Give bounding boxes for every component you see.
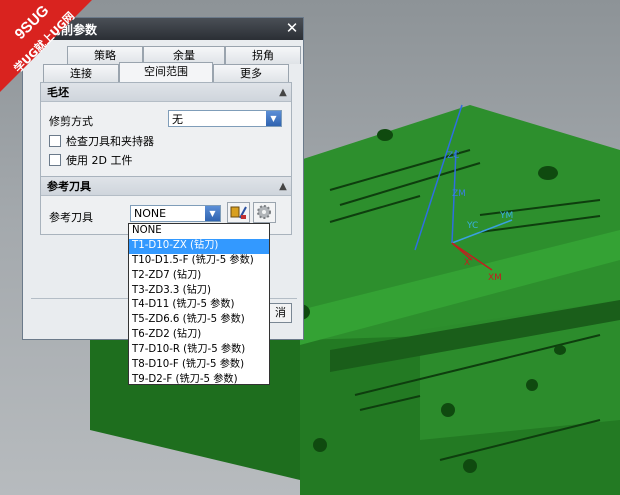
cancel-button-label: 消 <box>275 306 286 319</box>
axis-label-xm: XM <box>488 273 502 283</box>
blank-group-header[interactable]: 毛坯 ▲ <box>41 83 291 102</box>
dropdown-option[interactable]: T4-D11 (铣刀-5 参数) <box>129 298 269 313</box>
tab-connections[interactable]: 连接 <box>43 64 119 82</box>
dialog-title: 切削参数 <box>49 22 98 37</box>
axis-label-ym: YM <box>499 211 513 221</box>
use-2d-workpiece-option[interactable]: 使用 2D 工件 <box>49 152 132 168</box>
reference-tool-select[interactable]: NONE ▼ <box>130 205 221 222</box>
use-2d-workpiece-checkbox[interactable] <box>49 154 61 166</box>
dropdown-option[interactable]: T8-D10-F (铣刀-5 参数) <box>129 358 269 373</box>
dropdown-option[interactable]: T2-ZD7 (钻刀) <box>129 269 269 284</box>
edit-tool-button[interactable] <box>253 202 276 223</box>
blank-group-title: 毛坯 <box>47 86 69 99</box>
axis-label-zc: ZC <box>447 151 459 161</box>
check-tool-holder-option[interactable]: 检查刀具和夹持器 <box>49 133 154 149</box>
dropdown-option[interactable]: T5-ZD6.6 (铣刀-5 参数) <box>129 313 269 328</box>
trim-select[interactable]: 无 ▼ <box>168 110 282 127</box>
use-2d-workpiece-label: 使用 2D 工件 <box>66 154 133 167</box>
trim-label: 修剪方式 <box>49 115 93 128</box>
dropdown-option[interactable]: NONE <box>129 224 269 239</box>
dropdown-option[interactable]: T10-D1.5-F (铣刀-5 参数) <box>129 254 269 269</box>
chevron-down-icon: ▼ <box>205 206 220 221</box>
reference-tool-label: 参考刀具 <box>49 211 93 224</box>
axis-label-zm: ZM <box>452 189 466 199</box>
axis-label-yc: YC <box>466 221 478 231</box>
gear-icon <box>257 205 271 219</box>
tab-containment[interactable]: 空间范围 <box>119 62 213 82</box>
dropdown-option[interactable]: T9-D2-F (铣刀-5 参数) <box>129 373 269 388</box>
tab-corners[interactable]: 拐角 <box>225 46 301 64</box>
dropdown-option[interactable]: T6-ZD2 (钻刀) <box>129 328 269 343</box>
chevron-down-icon: ▼ <box>266 111 281 126</box>
dropdown-option[interactable]: T7-D10-R (铣刀-5 参数) <box>129 343 269 358</box>
dialog-app-icon <box>29 22 43 36</box>
select-tool-button[interactable] <box>227 202 250 223</box>
tab-more[interactable]: 更多 <box>213 64 289 82</box>
close-button[interactable]: ✕ <box>283 20 301 38</box>
reference-tool-value: NONE <box>134 207 167 220</box>
reference-tool-dropdown-list[interactable]: NONE T1-D10-ZX (钻刀) T10-D1.5-F (铣刀-5 参数)… <box>128 223 270 385</box>
tool-select-icon <box>230 206 247 219</box>
check-tool-holder-checkbox[interactable] <box>49 135 61 147</box>
trim-value: 无 <box>172 112 183 126</box>
check-tool-holder-label: 检查刀具和夹持器 <box>66 135 154 148</box>
reference-tool-group-header[interactable]: 参考刀具 ▲ <box>41 177 291 196</box>
dialog-titlebar[interactable]: 切削参数 ✕ <box>23 18 303 40</box>
collapse-chevron-icon[interactable]: ▲ <box>275 181 291 192</box>
dropdown-option[interactable]: T3-ZD3.3 (钻刀) <box>129 284 269 299</box>
blank-group: 毛坯 ▲ 修剪方式 无 ▼ 检查刀具和夹持器 使用 2D 工件 <box>40 82 292 179</box>
dropdown-option-selected[interactable]: T1-D10-ZX (钻刀) <box>129 238 269 254</box>
axis-label-x: X <box>464 258 470 268</box>
collapse-chevron-icon[interactable]: ▲ <box>275 87 291 98</box>
reference-tool-group-title: 参考刀具 <box>47 180 91 193</box>
